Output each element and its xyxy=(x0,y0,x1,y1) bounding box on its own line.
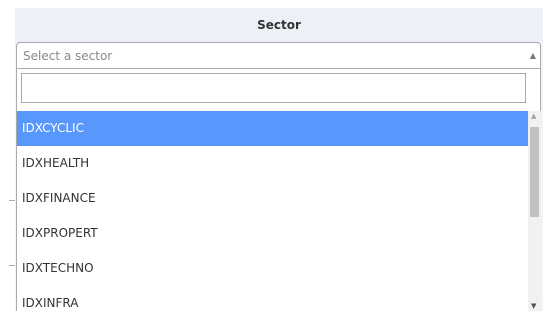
sector-select[interactable]: Select a sector ▲ xyxy=(16,42,541,69)
select-placeholder: Select a sector xyxy=(23,49,113,63)
option-idxfinance[interactable]: IDXFINANCE xyxy=(17,181,528,216)
caret-up-icon[interactable]: ▲ xyxy=(530,51,536,60)
scroll-up-icon[interactable]: ▲ xyxy=(531,112,536,120)
option-idxcyclic[interactable]: IDXCYCLIC xyxy=(17,111,528,146)
search-input[interactable] xyxy=(21,73,526,103)
scrollbar-thumb[interactable] xyxy=(530,127,539,217)
sector-header: Sector xyxy=(15,8,543,42)
background-tick xyxy=(9,200,15,201)
sector-label: Sector xyxy=(257,18,301,32)
background-tick xyxy=(9,265,15,266)
sector-dropdown: IDXCYCLIC IDXHEALTH IDXFINANCE IDXPROPER… xyxy=(16,69,541,311)
option-idxhealth[interactable]: IDXHEALTH xyxy=(17,146,528,181)
option-idxpropert[interactable]: IDXPROPERT xyxy=(17,216,528,251)
scroll-down-icon[interactable]: ▼ xyxy=(531,302,536,310)
options-list: IDXCYCLIC IDXHEALTH IDXFINANCE IDXPROPER… xyxy=(17,111,528,311)
option-idxinfra[interactable]: IDXINFRA xyxy=(17,286,528,311)
scrollbar[interactable]: ▲ ▼ xyxy=(528,111,541,311)
option-idxtechno[interactable]: IDXTECHNO xyxy=(17,251,528,286)
